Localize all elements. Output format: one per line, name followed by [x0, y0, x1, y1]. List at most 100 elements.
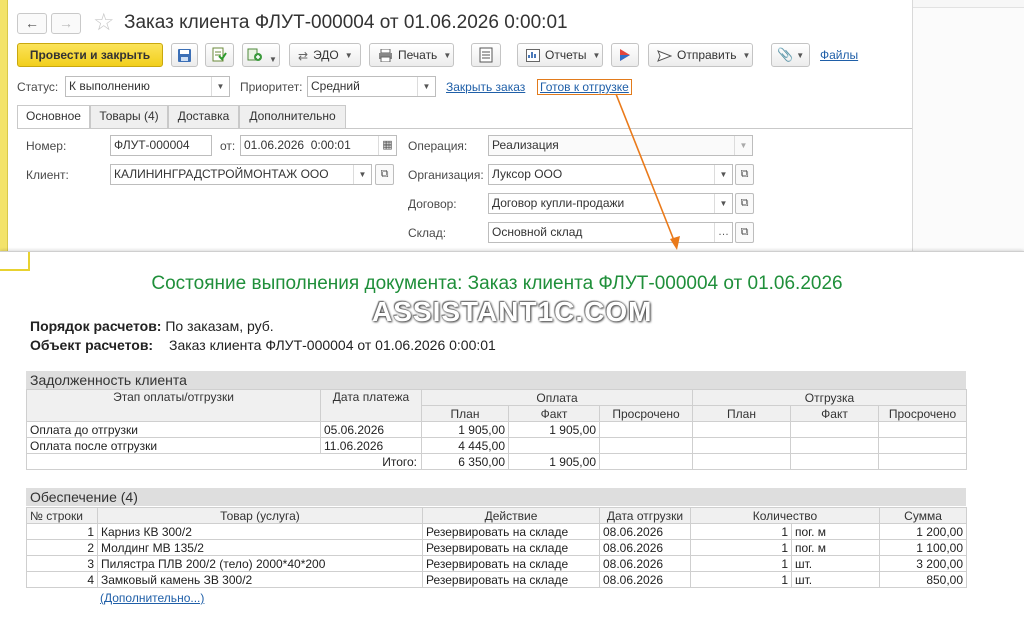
open-warehouse-button[interactable]: ⧉: [735, 222, 754, 243]
chevron-down-icon[interactable]: ▼: [211, 77, 229, 96]
back-button[interactable]: ←: [17, 13, 47, 34]
close-order-link[interactable]: Закрыть заказ: [446, 80, 525, 94]
chevron-down-icon[interactable]: ▼: [714, 165, 732, 184]
arrow-left-icon: ←: [25, 15, 39, 31]
col-row-number: № строки: [26, 507, 98, 524]
open-window-icon: ⧉: [380, 168, 389, 180]
chevron-down-icon: ▼: [796, 50, 805, 60]
table-row: 2 Молдинг МВ 135/2 Резервировать на скла…: [26, 539, 968, 556]
post-button[interactable]: [205, 43, 234, 67]
col-sum: Сумма: [879, 507, 968, 524]
post-and-close-button[interactable]: Провести и закрыть: [17, 43, 163, 67]
object-label: Объект расчетов:: [30, 337, 154, 353]
col-pay-plan: План: [421, 405, 509, 422]
object-line: Объект расчетов: Заказ клиента ФЛУТ-0000…: [30, 337, 496, 353]
status-label: Статус:: [17, 80, 59, 94]
contract-field[interactable]: Договор купли-продажи ▼: [488, 193, 733, 214]
col-ship-plan: План: [692, 405, 791, 422]
report-corner-marker: [0, 252, 30, 271]
structure-button[interactable]: [471, 43, 501, 67]
create-based-on-button[interactable]: ▼: [242, 43, 280, 67]
colored-arrow-icon: [620, 49, 630, 61]
col-action: Действие: [422, 507, 600, 524]
col-pay-fact: Факт: [508, 405, 600, 422]
forward-button[interactable]: →: [51, 13, 81, 34]
files-link[interactable]: Файлы: [820, 48, 858, 62]
table-row: Оплата до отгрузки 05.06.2026 1 905,00 1…: [26, 421, 967, 438]
send-icon: [657, 49, 672, 62]
client-field[interactable]: КАЛИНИНГРАДСТРОЙМОНТАЖ ООО ▼: [110, 164, 372, 185]
col-ship-date: Дата отгрузки: [599, 507, 691, 524]
chevron-down-icon: ▼: [742, 50, 751, 60]
left-accent-strip: [0, 0, 8, 270]
ready-to-ship-link[interactable]: Готов к отгрузке: [537, 79, 632, 95]
date-label: от:: [220, 139, 236, 153]
edo-button[interactable]: ⇄ ЭДО ▼: [289, 43, 361, 67]
number-field[interactable]: ФЛУТ-000004: [110, 135, 212, 156]
warehouse-label: Склад:: [408, 226, 447, 240]
chevron-down-icon: ▼: [269, 54, 277, 64]
reports-button[interactable]: Отчеты ▼: [517, 43, 603, 67]
document-list-icon: [479, 47, 493, 63]
table-row: 3 Пилястра ПЛВ 200/2 (тело) 2000*40*200 …: [26, 555, 968, 572]
order-form: ← → ☆ Заказ клиента ФЛУТ-000004 от 01.06…: [0, 0, 1024, 270]
chevron-down-icon: ▼: [592, 50, 601, 60]
print-button[interactable]: Печать ▼: [369, 43, 454, 67]
settlement-line: Порядок расчетов: По заказам, руб.: [30, 318, 274, 334]
tab-main[interactable]: Основное: [17, 105, 90, 129]
chevron-down-icon[interactable]: ▼: [353, 165, 371, 184]
open-contract-button[interactable]: ⧉: [735, 193, 754, 214]
chevron-down-icon: ▼: [443, 50, 452, 60]
total-row: Итого: 6 350,00 1 905,00: [26, 453, 967, 470]
col-payment: Оплата: [421, 389, 693, 406]
supply-section-header: Обеспечение (4): [26, 488, 966, 506]
send-button[interactable]: Отправить ▼: [648, 43, 753, 67]
col-quantity: Количество: [689, 507, 881, 524]
right-side-panel: [912, 0, 1024, 255]
more-details-link[interactable]: (Дополнительно...): [100, 591, 204, 605]
edo-icon: ⇄: [298, 48, 309, 63]
open-window-icon: ⧉: [740, 197, 749, 209]
report-title: Состояние выполнения документа: Заказ кл…: [151, 273, 843, 294]
attach-button[interactable]: 📎 ▼: [771, 43, 810, 67]
tab-goods[interactable]: Товары (4): [90, 105, 168, 128]
chevron-down-icon[interactable]: ▼: [417, 77, 435, 96]
warehouse-field[interactable]: Основной склад …: [488, 222, 733, 243]
tab-additional[interactable]: Дополнительно: [239, 105, 346, 128]
open-client-button[interactable]: ⧉: [375, 164, 394, 185]
floppy-disk-icon: [178, 49, 191, 62]
col-stage: Этап оплаты/отгрузки: [26, 389, 321, 422]
status-select[interactable]: К выполнению ▼: [65, 76, 230, 97]
priority-select[interactable]: Средний ▼: [307, 76, 436, 97]
table-row: Оплата после отгрузки 11.06.2026 4 445,0…: [26, 437, 967, 454]
priority-label: Приоритет:: [240, 80, 303, 94]
date-field[interactable]: 01.06.2026 0:00:01 ▦: [240, 135, 397, 156]
printer-icon: [379, 49, 392, 63]
document-status-report: Состояние выполнения документа: Заказ кл…: [0, 251, 1024, 623]
col-shipment: Отгрузка: [692, 389, 967, 406]
calendar-icon[interactable]: ▦: [378, 136, 396, 155]
chevron-down-icon[interactable]: ▼: [714, 194, 732, 213]
debt-table: Этап оплаты/отгрузки Дата платежа Оплата…: [26, 389, 967, 470]
reports-icon: [526, 49, 540, 63]
open-window-icon: ⧉: [740, 168, 749, 180]
settlement-value: По заказам, руб.: [165, 318, 274, 334]
operation-label: Операция:: [408, 139, 468, 153]
col-ship-fact: Факт: [790, 405, 879, 422]
tab-delivery[interactable]: Доставка: [168, 105, 239, 128]
open-organization-button[interactable]: ⧉: [735, 164, 754, 185]
operation-select[interactable]: Реализация ▼: [488, 135, 753, 156]
dispatch-button[interactable]: [611, 43, 639, 67]
organization-field[interactable]: Луксор ООО ▼: [488, 164, 733, 185]
paperclip-icon: 📎: [777, 47, 794, 62]
col-item: Товар (услуга): [97, 507, 423, 524]
save-button[interactable]: [171, 43, 198, 67]
watermark: ASSISTANT1C.COM: [372, 296, 653, 327]
chevron-down-icon[interactable]: ▼: [734, 136, 752, 155]
chevron-down-icon: ▼: [344, 50, 353, 60]
contract-label: Договор:: [408, 197, 457, 211]
favorite-star-icon[interactable]: ☆: [93, 10, 115, 36]
ellipsis-icon[interactable]: …: [714, 223, 732, 242]
number-label: Номер:: [26, 139, 67, 153]
document-post-icon: [212, 47, 227, 62]
